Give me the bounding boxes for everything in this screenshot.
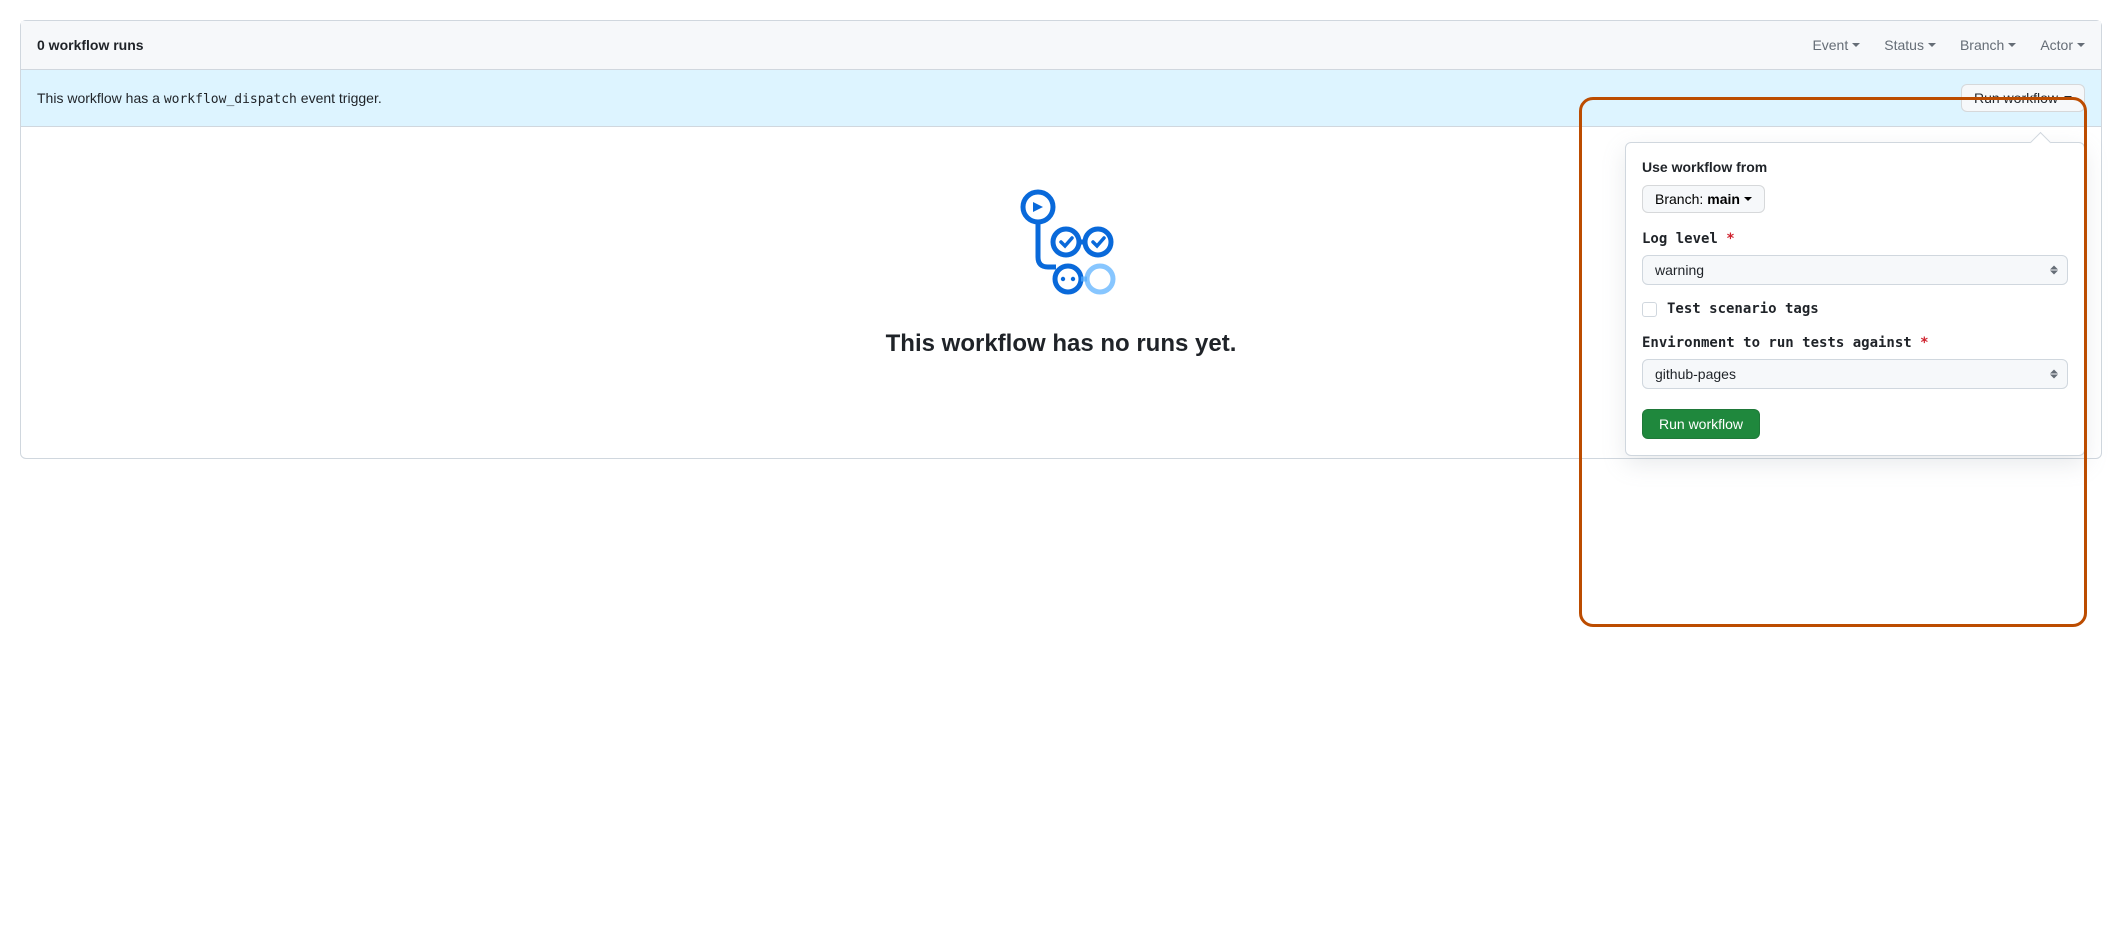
caret-down-icon bbox=[1852, 43, 1860, 47]
filter-actor-label: Actor bbox=[2040, 37, 2073, 53]
test-scenario-field: Test scenario tags bbox=[1642, 301, 2068, 317]
run-workflow-dropdown-label: Run workflow bbox=[1974, 90, 2058, 106]
dispatch-code: workflow_dispatch bbox=[164, 92, 297, 107]
caret-down-icon bbox=[1744, 197, 1752, 201]
log-level-label-text: Log level bbox=[1642, 231, 1718, 247]
environment-select-wrapper: github-pages bbox=[1642, 359, 2068, 389]
caret-down-icon bbox=[2008, 43, 2016, 47]
dispatch-banner: This workflow has a workflow_dispatch ev… bbox=[21, 70, 2101, 127]
test-scenario-label: Test scenario tags bbox=[1667, 301, 1819, 317]
branch-selector[interactable]: Branch: main bbox=[1642, 185, 1765, 213]
filter-group: Event Status Branch Actor bbox=[1812, 37, 2085, 53]
caret-down-icon bbox=[2064, 96, 2072, 100]
branch-name: main bbox=[1707, 191, 1740, 207]
workflow-graph-icon bbox=[1006, 187, 1116, 297]
workflow-runs-container: 0 workflow runs Event Status Branch Acto… bbox=[20, 20, 2102, 459]
filter-actor[interactable]: Actor bbox=[2040, 37, 2085, 53]
filter-status[interactable]: Status bbox=[1884, 37, 1936, 53]
dispatch-text-before: This workflow has a bbox=[37, 90, 164, 106]
environment-field: Environment to run tests against * githu… bbox=[1642, 335, 2068, 389]
test-scenario-checkbox[interactable] bbox=[1642, 302, 1657, 317]
log-level-label: Log level * bbox=[1642, 231, 2068, 247]
run-workflow-dropdown-button[interactable]: Run workflow bbox=[1961, 84, 2085, 112]
filter-branch-label: Branch bbox=[1960, 37, 2004, 53]
log-level-select[interactable]: warning bbox=[1642, 255, 2068, 285]
branch-prefix: Branch: bbox=[1655, 191, 1703, 207]
runs-count: 0 workflow runs bbox=[37, 37, 144, 53]
environment-label-text: Environment to run tests against bbox=[1642, 335, 1912, 351]
use-workflow-from-label: Use workflow from bbox=[1642, 159, 2068, 175]
environment-select[interactable]: github-pages bbox=[1642, 359, 2068, 389]
log-level-select-wrapper: warning bbox=[1642, 255, 2068, 285]
environment-label: Environment to run tests against * bbox=[1642, 335, 2068, 351]
filter-event[interactable]: Event bbox=[1812, 37, 1860, 53]
filter-status-label: Status bbox=[1884, 37, 1924, 53]
caret-down-icon bbox=[1928, 43, 1936, 47]
required-asterisk: * bbox=[1920, 335, 1928, 351]
dispatch-text: This workflow has a workflow_dispatch ev… bbox=[37, 90, 382, 107]
required-asterisk: * bbox=[1726, 231, 1734, 247]
filter-branch[interactable]: Branch bbox=[1960, 37, 2016, 53]
log-level-field: Log level * warning bbox=[1642, 231, 2068, 285]
run-workflow-submit-button[interactable]: Run workflow bbox=[1642, 409, 1760, 439]
header-bar: 0 workflow runs Event Status Branch Acto… bbox=[21, 21, 2101, 70]
filter-event-label: Event bbox=[1812, 37, 1848, 53]
run-workflow-popover: Use workflow from Branch: main Log level… bbox=[1625, 142, 2085, 456]
dispatch-text-after: event trigger. bbox=[297, 90, 382, 106]
caret-down-icon bbox=[2077, 43, 2085, 47]
